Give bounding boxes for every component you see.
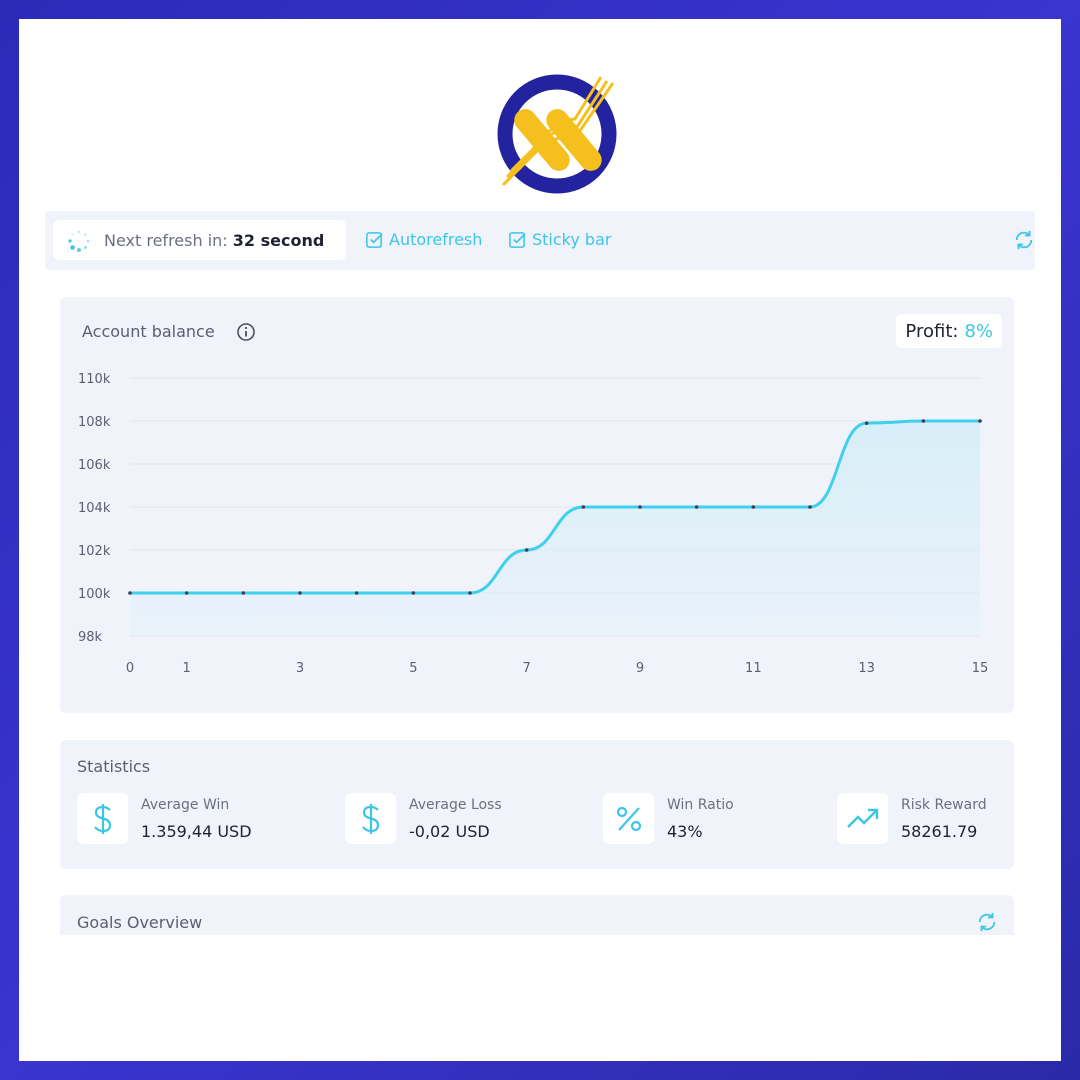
y-tick-label: 98k xyxy=(78,630,103,645)
data-point xyxy=(128,591,132,595)
data-point xyxy=(864,421,869,425)
x-tick-label: 3 xyxy=(296,661,304,676)
x-tick-label: 9 xyxy=(636,661,644,676)
data-point xyxy=(921,419,926,423)
x-tick-label: 13 xyxy=(858,661,875,676)
data-point xyxy=(184,591,189,595)
data-point xyxy=(638,505,642,509)
data-point xyxy=(411,591,416,595)
page-frame: Next refresh in: 32 second Autorefresh S… xyxy=(19,19,1061,1061)
x-tick-label: 0 xyxy=(126,661,134,676)
stat-value: 58261.79 xyxy=(901,822,978,841)
stat-label: Average Win xyxy=(141,797,230,813)
y-tick-label: 100k xyxy=(78,587,111,602)
stat-label: Risk Reward xyxy=(901,797,987,813)
stat-label: Average Loss xyxy=(409,797,502,813)
x-tick-label: 15 xyxy=(972,661,989,676)
y-tick-label: 110k xyxy=(78,372,111,387)
brand-logo xyxy=(497,74,617,194)
y-tick-label: 104k xyxy=(78,501,111,516)
percent-icon xyxy=(603,793,654,844)
goals-overview-card: Goals Overview xyxy=(60,895,1014,935)
x-tick-label: 11 xyxy=(745,661,762,676)
x-tick-label: 5 xyxy=(409,661,417,676)
checkbox-checked-icon xyxy=(366,232,383,248)
account-balance-chart: 98k100k102k104k106k108k110k0 1 3 5 7 9 11 13 15 xyxy=(78,372,989,676)
data-point xyxy=(978,419,982,423)
trending-up-icon xyxy=(837,793,888,844)
loading-spinner-icon xyxy=(68,230,90,252)
dollar-icon xyxy=(77,793,128,844)
autorefresh-checkbox[interactable]: Autorefresh xyxy=(365,230,482,249)
refresh-icon[interactable] xyxy=(1013,229,1035,251)
refresh-timer: Next refresh in: 32 second xyxy=(53,220,346,260)
y-tick-label: 106k xyxy=(78,458,111,473)
x-tick-label: 1 xyxy=(183,661,191,676)
x-tick-label: 7 xyxy=(523,661,531,676)
statistics-title: Statistics xyxy=(77,757,151,776)
data-point xyxy=(524,548,529,552)
stat-value: 43% xyxy=(667,822,703,841)
account-balance-card: Account balance Profit: 8% 98k 100k 102k 10… xyxy=(60,297,1014,713)
stat-value: -0,02 USD xyxy=(409,822,490,841)
data-point xyxy=(354,591,359,595)
goals-overview-title: Goals Overview xyxy=(77,913,203,932)
data-point xyxy=(298,591,302,595)
refresh-toolbar: Next refresh in: 32 second Autorefresh S… xyxy=(45,211,1035,270)
y-tick-label: 108k xyxy=(78,415,111,430)
checkbox-checked-icon xyxy=(509,232,526,248)
stat-value: 1.359,44 USD xyxy=(141,822,252,841)
refresh-countdown: 32 second xyxy=(232,231,325,250)
refresh-label: Next refresh in: 32 second xyxy=(104,231,325,250)
stat-label: Win Ratio xyxy=(667,797,734,813)
data-point xyxy=(808,505,812,509)
sticky-bar-label: Sticky bar xyxy=(532,230,612,249)
data-point xyxy=(581,505,586,509)
data-point xyxy=(468,591,472,595)
autorefresh-label: Autorefresh xyxy=(389,230,483,249)
data-point xyxy=(241,591,246,595)
dollar-icon xyxy=(345,793,396,844)
statistics-card: Statistics Average Win 1.359,44 USD Aver… xyxy=(60,740,1014,869)
data-point xyxy=(751,505,756,509)
refresh-icon[interactable] xyxy=(976,911,998,933)
data-point xyxy=(694,505,699,509)
y-tick-label: 102k xyxy=(78,544,111,559)
sticky-bar-checkbox[interactable]: Sticky bar xyxy=(508,230,611,249)
